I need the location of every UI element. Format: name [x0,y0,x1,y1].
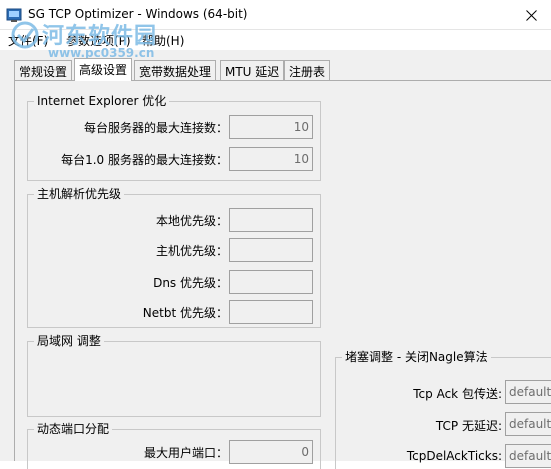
congestion-tuning-group: 堵塞调整 - 关闭Nagle算法 Tcp Ack 包传送: default: T… [335,350,551,469]
menu-bar: 文件(F) 参数选项(P) 帮助(H) [0,30,551,50]
group-title: Internet Explorer 优化 [34,94,170,108]
tab-broadband[interactable]: 宽带数据处理 [134,60,217,80]
netbt-priority-input[interactable] [229,300,313,324]
max-connections-input[interactable]: 10 [229,115,313,139]
tcp-nodelay-label: TCP 无延迟: [435,419,502,433]
close-icon [525,9,537,21]
tcp-delack-input[interactable]: default: [505,444,551,468]
app-icon [6,8,22,22]
dns-priority-input[interactable] [229,270,313,294]
host-priority-input[interactable] [229,238,313,262]
window-title: SG TCP Optimizer - Windows (64-bit) [28,7,248,21]
tab-general[interactable]: 常规设置 [14,60,73,80]
menu-help[interactable]: 帮助(H) [142,32,184,49]
menu-params[interactable]: 参数选项(P) [66,32,131,49]
group-title: 主机解析优先级 [34,187,125,201]
max-connections-10-label: 每台1.0 服务器的最大连接数： [61,153,228,167]
local-priority-label: 本地优先级： [155,214,228,228]
tcp-nodelay-input[interactable]: default: [505,412,551,436]
netbt-priority-label: Netbt 优先级： [142,306,228,320]
lan-tuning-group: 局域网 调整 [27,334,321,417]
local-priority-input[interactable] [229,208,313,232]
tcp-ack-label: Tcp Ack 包传送: [413,387,502,401]
group-title: 局域网 调整 [34,334,104,348]
title-bar[interactable]: SG TCP Optimizer - Windows (64-bit) [0,0,551,30]
dynamic-port-group: 动态端口分配 最大用户端口： 0 [27,422,321,469]
tab-advanced[interactable]: 高级设置 [74,58,133,81]
max-connections-10-input[interactable]: 10 [229,147,313,171]
tab-panel: Internet Explorer 优化 每台服务器的最大连接数： 10 每台1… [14,80,551,469]
max-user-port-input[interactable]: 0 [229,440,313,464]
menu-file[interactable]: 文件(F) [8,32,48,49]
tab-mtu[interactable]: MTU 延迟 [220,60,285,80]
close-button[interactable] [511,0,551,30]
group-title: 堵塞调整 - 关闭Nagle算法 [342,350,491,364]
group-title: 动态端口分配 [34,422,113,436]
ie-optimization-group: Internet Explorer 优化 每台服务器的最大连接数： 10 每台1… [27,94,321,181]
max-user-port-label: 最大用户端口： [143,446,228,460]
host-priority-label: 主机优先级： [155,244,228,258]
tab-registry[interactable]: 注册表 [284,60,331,80]
dns-priority-label: Dns 优先级： [153,276,228,290]
tcp-ack-input[interactable]: default: [505,380,551,404]
host-resolution-priority-group: 主机解析优先级 本地优先级： 主机优先级： Dns 优先级： Netbt 优先级… [27,187,321,328]
max-connections-label: 每台服务器的最大连接数： [83,121,228,135]
app-window: SG TCP Optimizer - Windows (64-bit) 文件(F… [0,0,551,469]
